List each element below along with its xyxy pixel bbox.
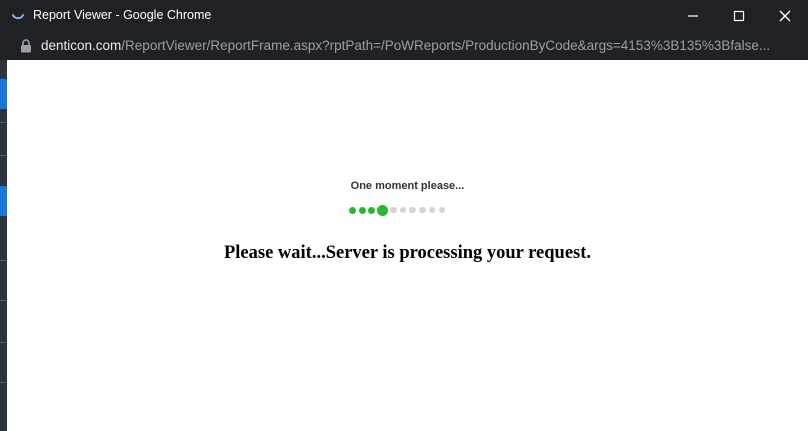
address-bar[interactable]: denticon.com/ReportViewer/ReportFrame.as… <box>0 32 808 60</box>
url-text[interactable]: denticon.com/ReportViewer/ReportFrame.as… <box>41 38 801 53</box>
loading-dot <box>409 206 416 214</box>
minimize-icon <box>688 15 698 17</box>
maximize-button[interactable] <box>716 0 762 32</box>
browser-window: Report Viewer - Google Chrome denticon.c… <box>0 0 808 431</box>
loading-dot <box>368 206 376 214</box>
loading-label: One moment please... <box>350 180 465 192</box>
loading-dot <box>438 206 446 214</box>
loading-spinner-icon <box>12 14 24 20</box>
background-divider <box>0 382 7 383</box>
loading-dot <box>428 206 436 214</box>
title-bar[interactable]: Report Viewer - Google Chrome <box>0 0 808 32</box>
close-icon <box>779 10 791 22</box>
report-frame: One moment please... Please wait...Serve… <box>7 60 808 431</box>
background-divider <box>0 155 7 156</box>
background-divider <box>0 342 7 343</box>
loading-dot <box>390 206 397 214</box>
url-domain: denticon.com <box>41 38 122 53</box>
maximize-icon <box>733 10 745 22</box>
loading-dot <box>377 204 389 216</box>
loading-dot <box>358 206 366 214</box>
background-blue-block <box>0 186 7 216</box>
loading-dot <box>349 206 356 214</box>
url-path: /ReportViewer/ReportFrame.aspx?rptPath=/… <box>121 38 771 53</box>
minimize-button[interactable] <box>670 0 716 32</box>
background-app-strip <box>0 60 7 431</box>
lock-icon <box>21 39 31 53</box>
background-divider <box>0 260 7 261</box>
background-divider <box>0 300 7 301</box>
loading-dot <box>419 206 426 214</box>
processing-message: Please wait...Server is processing your … <box>223 243 592 263</box>
background-blue-block <box>0 79 7 109</box>
background-divider <box>0 122 7 123</box>
loading-dot <box>399 206 407 214</box>
close-button[interactable] <box>762 0 808 32</box>
window-title: Report Viewer - Google Chrome <box>33 8 212 22</box>
